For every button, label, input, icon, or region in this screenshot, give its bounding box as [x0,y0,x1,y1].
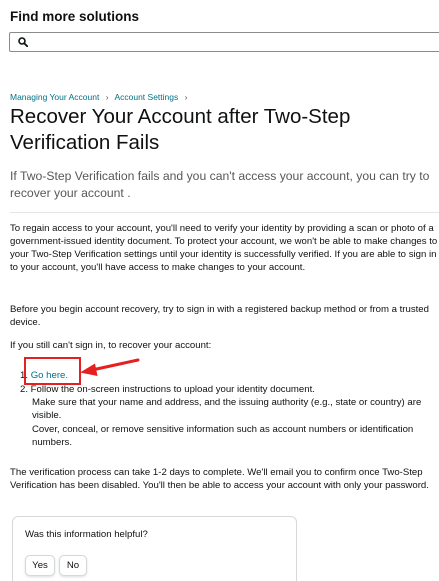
feedback-question: Was this information helpful? [25,529,148,540]
step-2-note-cover-sensitive: Cover, conceal, or remove sensitive info… [32,424,414,448]
feedback-yes-button[interactable]: Yes [25,555,55,576]
paragraph-identity-verification: To regain access to your account, you'll… [10,223,438,273]
paragraph-still-cant-sign-in: If you still can't sign in, to recover y… [10,340,212,351]
breadcrumb: Managing Your Account › Account Settings… [10,92,191,102]
annotation-arrow-icon [80,358,140,376]
breadcrumb-separator: › [105,92,109,102]
paragraph-backup-method: Before you begin account recovery, try t… [10,304,429,328]
breadcrumb-link-managing-account[interactable]: Managing Your Account [10,92,99,102]
step-2-note-visible-info: Make sure that your name and address, an… [32,397,422,421]
search-box[interactable] [9,32,439,52]
article-intro: If Two-Step Verification fails and you c… [10,169,430,200]
breadcrumb-separator: › [184,92,188,102]
feedback-no-button[interactable]: No [59,555,87,576]
page-title: Recover Your Account after Two-Step Veri… [10,105,351,154]
paragraph-verification-timing: The verification process can take 1-2 da… [10,467,429,491]
annotation-highlight-box [24,357,81,385]
breadcrumb-link-account-settings[interactable]: Account Settings [114,92,178,102]
search-input[interactable] [32,34,432,50]
find-more-solutions-heading: Find more solutions [10,9,140,24]
search-icon [18,37,28,47]
feedback-box: Was this information helpful? Yes No [12,516,297,581]
divider [10,212,439,213]
